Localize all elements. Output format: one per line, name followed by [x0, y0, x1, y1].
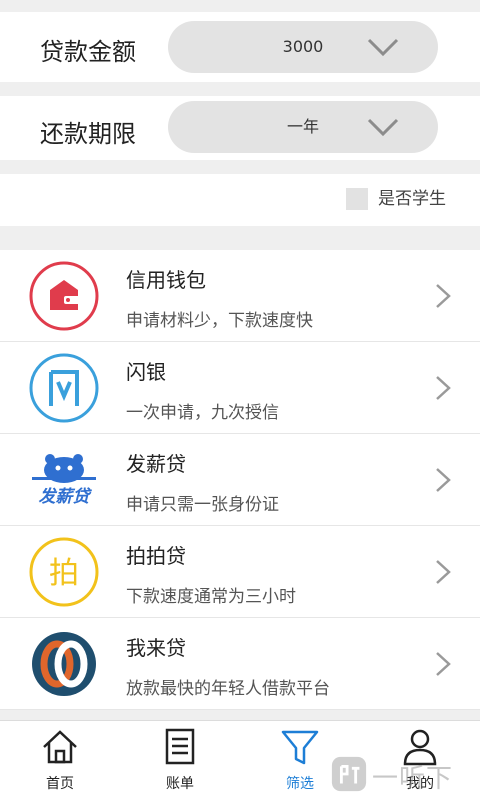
lender-description: 申请材料少，下款速度快 — [126, 311, 313, 331]
faxindai-logo-text: 发薪贷 — [39, 487, 93, 507]
loan-amount-select[interactable]: 3000 — [168, 21, 438, 73]
chevron-right-icon — [436, 284, 451, 308]
watermark-logo-icon — [331, 756, 367, 792]
lender-description: 一次申请，九次授信 — [126, 403, 279, 423]
faxindai-logo-icon: 发薪贷 — [32, 454, 96, 507]
tab-bill[interactable]: 账单 — [120, 721, 240, 800]
wolaidai-logo-icon — [32, 632, 96, 696]
paipaidai-logo-text: 拍 — [49, 556, 79, 591]
lender-name: 拍拍贷 — [126, 544, 186, 568]
loan-term-label: 还款期限 — [40, 120, 136, 148]
wallet-logo-icon — [29, 261, 99, 331]
list-item-paipaidai[interactable]: 拍 拍拍贷 下款速度通常为三小时 — [0, 526, 480, 618]
watermark: 一听下载 — [328, 752, 478, 798]
loan-amount-row: 贷款金额 3000 — [0, 12, 480, 82]
watermark-text: 一听下载 — [372, 764, 454, 794]
tab-label: 账单 — [166, 776, 194, 792]
chevron-right-icon — [436, 376, 451, 400]
bill-icon — [165, 728, 195, 765]
list-item-faxindai[interactable]: 发薪贷 发薪贷 申请只需一张身份证 — [0, 434, 480, 526]
lender-name: 闪银 — [126, 360, 166, 384]
loan-term-row: 还款期限 一年 — [0, 96, 480, 160]
loan-amount-label: 贷款金额 — [40, 38, 136, 66]
lender-name: 信用钱包 — [126, 268, 206, 292]
list-item-shanyin[interactable]: 闪银 一次申请，九次授信 — [0, 342, 480, 434]
lender-description: 放款最快的年轻人借款平台 — [126, 679, 330, 699]
student-filter-row: 是否学生 — [0, 174, 480, 226]
chevron-right-icon — [436, 652, 451, 676]
home-icon — [43, 730, 77, 764]
filter-icon — [281, 730, 319, 765]
list-item-xinyongqianbao[interactable]: 信用钱包 申请材料少，下款速度快 — [0, 250, 480, 342]
paipaidai-logo-icon: 拍 — [29, 537, 99, 607]
tab-label: 首页 — [46, 776, 74, 792]
lender-list: 信用钱包 申请材料少，下款速度快 闪银 一次申请，九次授信 发薪贷 发薪贷 申请… — [0, 250, 480, 710]
student-checkbox-label[interactable]: 是否学生 — [378, 188, 446, 210]
chevron-down-icon — [367, 118, 399, 137]
loan-term-select[interactable]: 一年 — [168, 101, 438, 153]
chevron-right-icon — [436, 468, 451, 492]
lender-name: 发薪贷 — [126, 452, 186, 476]
student-checkbox[interactable] — [346, 188, 368, 210]
list-item-wolaidai[interactable]: 我来贷 放款最快的年轻人借款平台 — [0, 618, 480, 710]
lender-description: 下款速度通常为三小时 — [126, 587, 296, 607]
lender-description: 申请只需一张身份证 — [126, 495, 279, 515]
chevron-down-icon — [367, 38, 399, 57]
chevron-right-icon — [436, 560, 451, 584]
lender-name: 我来贷 — [126, 636, 186, 660]
tab-home[interactable]: 首页 — [0, 721, 120, 800]
shanyin-logo-icon — [29, 353, 99, 423]
